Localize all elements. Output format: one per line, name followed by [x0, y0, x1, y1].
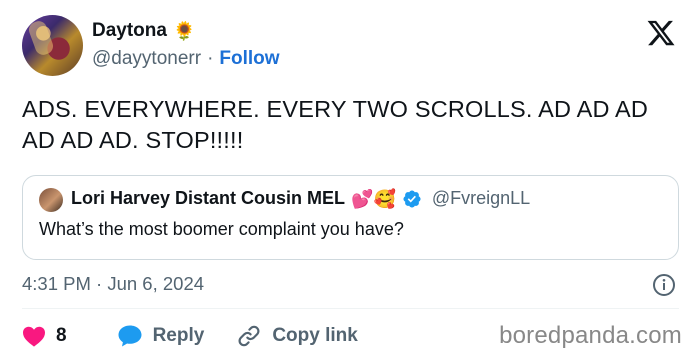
reply-button[interactable]: Reply: [117, 324, 205, 348]
link-icon: [238, 325, 260, 347]
tweet-timestamp[interactable]: 4:31 PM · Jun 6, 2024: [22, 273, 204, 295]
verified-badge-icon: [403, 189, 421, 208]
author-handle[interactable]: @dayytonerr: [92, 48, 201, 70]
sunflower-emoji: 🌻: [172, 21, 196, 41]
author-handle-row: @dayytonerr · Follow: [92, 48, 280, 70]
x-logo-icon[interactable]: [645, 18, 677, 48]
quoted-display-name: Lori Harvey Distant Cousin MEL: [71, 188, 346, 208]
handle-separator: ·: [207, 48, 214, 69]
copy-link-label: Copy link: [272, 325, 358, 346]
quoted-tweet-text: What’s the most boomer complaint you hav…: [39, 219, 404, 239]
heart-emojis: 💕🥰: [351, 188, 396, 209]
author-display-name[interactable]: Daytona: [92, 20, 167, 42]
copy-link-button[interactable]: Copy link: [236, 323, 358, 349]
reply-bubble-icon: [118, 325, 142, 347]
follow-button[interactable]: Follow: [219, 48, 279, 70]
like-button[interactable]: 8: [22, 325, 67, 347]
author-avatar[interactable]: [22, 15, 83, 76]
info-icon[interactable]: [652, 273, 676, 297]
boredpanda-watermark: boredpanda.com: [499, 322, 682, 349]
quoted-author-avatar: [39, 188, 63, 212]
action-divider: [22, 308, 679, 309]
quoted-tweet-card[interactable]: Lori Harvey Distant Cousin MEL 💕🥰 @Fvrei…: [22, 175, 679, 260]
like-count: 8: [56, 325, 67, 346]
tweet-actions: 8 Reply Copy link: [22, 321, 358, 351]
quoted-handle: @FvreignLL: [431, 188, 531, 208]
heart-icon: [23, 326, 45, 347]
reply-label: Reply: [152, 325, 205, 346]
author-name-row: Daytona 🌻: [92, 20, 195, 42]
quoted-name-row: Lori Harvey Distant Cousin MEL 💕🥰 @Fvrei…: [71, 188, 530, 209]
tweet-text: ADS. EVERYWHERE. EVERY TWO SCROLLS. AD A…: [22, 96, 649, 153]
